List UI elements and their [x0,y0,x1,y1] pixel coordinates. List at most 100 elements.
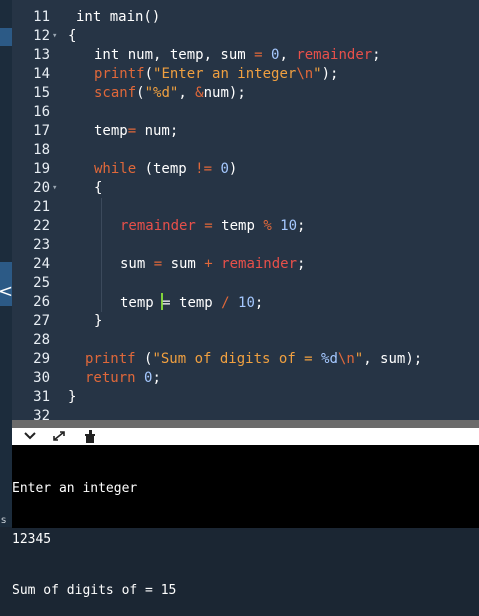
code-text: } [94,312,102,331]
left-panel-label: s [1,515,7,526]
line-number: 29 [33,351,50,367]
code-token: ; [254,295,264,311]
code-editor[interactable]: 11 int main() 12 ▾{13 int num, temp, sum = 0… [12,0,479,420]
code-line[interactable]: 31} [12,388,479,407]
line-number: 27 [33,313,50,329]
line-number: 16 [33,104,50,120]
code-line[interactable]: 18 [12,141,479,160]
line-number: 30 [33,370,50,386]
code-token: = [127,123,145,139]
code-token: { [68,28,77,44]
code-token: temp [120,295,163,311]
line-number: 19 [33,161,50,177]
code-token: 10 [238,295,255,311]
code-line[interactable]: 26 temp = temp / 10; [12,293,479,312]
line-number: 22 [33,218,50,234]
line-number: 17 [33,123,50,139]
code-token: 0 [220,161,229,177]
code-text: int num, temp, sum = 0, remainder; [94,46,381,65]
code-token: ); [321,66,339,82]
code-token: %d [321,351,338,367]
code-line[interactable]: 14 printf("Enter an integer\n"); [12,65,479,84]
code-line[interactable]: 21 [12,198,479,217]
line-number: 25 [33,275,50,291]
code-line[interactable]: 12 ▾ { [12,27,479,46]
chevron-down-icon[interactable] [22,429,38,443]
code-token: temp [94,123,128,139]
console-output: Enter an integer 12345 Sum of digits of … [12,445,479,598]
line-number: 11 [33,9,50,25]
line-number: 13 [33,47,50,63]
code-line[interactable]: 22 remainder = temp % 10; [12,217,479,236]
fold-toggle-icon[interactable]: ▾ [52,27,57,46]
line-number: 21 [33,199,50,215]
code-text: } [68,388,76,407]
code-token: = [254,47,272,63]
code-token: sum [120,256,154,272]
code-token: ; [297,256,306,272]
line-number: 31 [33,389,50,405]
code-token: while [94,161,145,177]
code-token: 10 [280,218,298,234]
console-line: Enter an integer [12,481,138,496]
code-line[interactable]: 19 while (temp != 0) [12,160,479,179]
line-number: 12 [33,28,50,44]
code-token: int num, temp, sum [94,47,255,63]
code-line[interactable]: 13 int num, temp, sum = 0, remainder; [12,46,479,65]
code-line[interactable]: 23 [12,236,479,255]
code-line[interactable]: 27} [12,312,479,331]
code-text: { [94,179,102,198]
code-text: printf("Enter an integer\n"); [94,65,338,84]
code-token: return [85,370,145,386]
line-number: 14 [33,66,50,82]
code-token: remainder [296,47,373,63]
code-token: { [94,180,103,196]
line-number: 24 [33,256,50,272]
code-token: \n [337,351,355,367]
code-text: int main() [76,8,160,27]
code-text: printf ("Sum of digits of = %d\n", sum); [85,350,422,369]
code-token: "%d" [144,85,179,101]
indent-guide [101,198,102,312]
code-line[interactable]: 17 temp= num; [12,122,479,141]
code-token: remainder [120,218,196,234]
code-line[interactable]: 29 printf ("Sum of digits of = %d\n", sum… [12,350,479,369]
code-token: " [354,351,364,367]
code-line[interactable]: 16 [12,103,479,122]
code-token: "Sum of digits of = [152,351,322,367]
code-token: printf [94,66,145,82]
line-number: 23 [33,237,50,253]
code-line[interactable]: 24 sum = sum + remainder; [12,255,479,274]
console-divider[interactable] [12,420,479,428]
line-number: 20 [33,180,50,196]
code-line[interactable]: 20 ▾ { [12,179,479,198]
left-panel-edge: < s [0,0,13,527]
code-text: temp = temp / 10; [120,293,263,313]
fold-toggle-icon[interactable]: ▾ [52,179,57,198]
console-line: 12345 [12,532,52,547]
code-line[interactable]: 11 int main() [12,8,479,27]
code-token: & [195,85,204,101]
code-token: num); [203,85,246,101]
code-line[interactable]: 30 return 0; [12,369,479,388]
code-token: (temp [144,161,196,177]
code-token: ; [372,47,381,63]
code-token: "Enter an integer [153,66,297,82]
line-number: 18 [33,142,50,158]
code-text: remainder = temp % 10; [120,217,305,236]
code-token: temp [221,218,264,234]
code-token: != [195,161,221,177]
code-line[interactable]: 15 scanf("%d", &num); [12,84,479,103]
clear-console-icon[interactable] [82,429,98,443]
code-token: ; [152,370,161,386]
panel-band [0,28,12,46]
code-line[interactable]: 32 [12,407,479,420]
code-line[interactable]: 28 [12,331,479,350]
code-token: int main() [76,9,161,25]
code-token: } [68,389,77,405]
code-token: scanf [94,85,137,101]
code-token: + [204,256,222,272]
code-line[interactable]: 25 [12,274,479,293]
code-token: sum [170,256,205,272]
expand-arrows-icon[interactable] [51,429,67,443]
